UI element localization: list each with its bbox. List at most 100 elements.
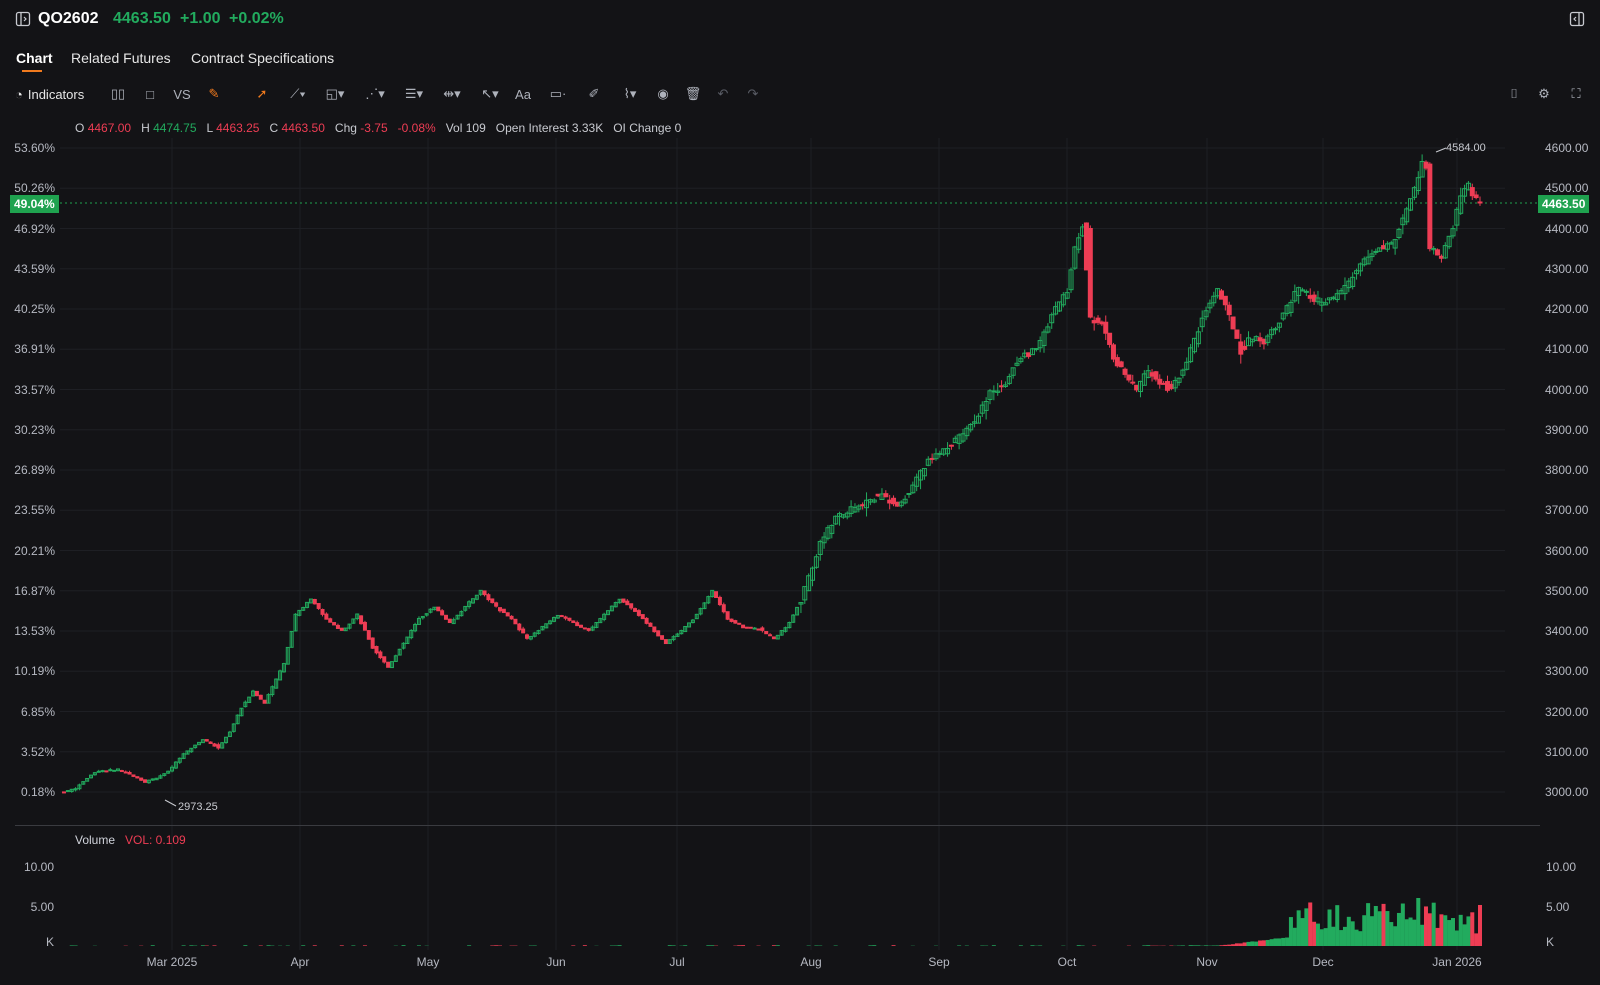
volume-title: Volume [75, 833, 116, 847]
candle-down [1126, 374, 1132, 381]
volume-bar [1474, 933, 1479, 946]
candle-down [571, 620, 576, 624]
candle-down [714, 591, 719, 599]
y-tick-pct: 23.55% [14, 503, 55, 518]
candle-down [505, 612, 510, 617]
volume-bar [1408, 917, 1413, 946]
candle-down [254, 690, 259, 697]
volume-bar [1470, 912, 1475, 946]
candle-down [1242, 345, 1248, 350]
candle-down [725, 611, 730, 620]
volume-bar [1204, 945, 1209, 946]
candle-down [1230, 316, 1236, 330]
candle-down [744, 626, 749, 629]
volume-bar [1389, 922, 1394, 946]
volume-bar [1288, 917, 1293, 946]
candle-down [652, 626, 657, 633]
x-tick-label: Mar 2025 [146, 955, 198, 969]
y-tick-price: 4200.00 [1545, 302, 1589, 316]
y-tick-pct: 36.91% [14, 342, 55, 357]
volume-bar [1366, 903, 1371, 946]
y-tick-price: 3000.00 [1545, 785, 1589, 799]
candle-down [625, 600, 630, 606]
candle-down [764, 631, 769, 635]
volume-bar [1250, 941, 1255, 946]
candle-down [586, 628, 591, 631]
high-marker-leader [1435, 147, 1447, 153]
y-tick-price: 3900.00 [1545, 422, 1589, 437]
current-price-badge: 4463.50 [1538, 195, 1590, 213]
volume-bar [150, 945, 155, 946]
volume-bar [1373, 906, 1378, 946]
candle-down [324, 613, 329, 620]
candle-down [494, 602, 499, 607]
x-tick-label: May [416, 955, 440, 969]
y-tick-price: 3800.00 [1545, 463, 1589, 477]
candle-up [96, 770, 101, 773]
candle-down [362, 621, 367, 631]
volume-bar [301, 945, 306, 946]
volume-bar [1377, 911, 1382, 946]
volume-bar [1431, 902, 1436, 946]
candle-down [258, 694, 263, 700]
volume-bar [1312, 921, 1317, 946]
candle-down [1226, 304, 1232, 316]
candle-down [1130, 381, 1136, 384]
candle-down [644, 617, 649, 624]
candle-down [262, 699, 267, 704]
volume-bar [1231, 944, 1236, 946]
volume-bar [181, 945, 186, 946]
candle-down [509, 615, 514, 620]
candle-down [648, 622, 653, 627]
volume-bar [1362, 915, 1367, 946]
volume-bar [1381, 903, 1386, 946]
volume-bar [891, 945, 896, 946]
candle-up [112, 769, 117, 772]
y-tick-price: 3300.00 [1545, 664, 1589, 679]
candle-down [733, 620, 738, 624]
volume-bar [1304, 908, 1309, 946]
candle-down [737, 622, 742, 625]
vol-right-tick: 10.00 [1546, 860, 1577, 874]
price-chart[interactable] [0, 0, 1600, 985]
volume-value-label: VOL: 0.109 [125, 833, 186, 847]
volume-bar [312, 945, 317, 946]
volume-bar [1412, 919, 1417, 946]
candle-down [123, 771, 128, 774]
y-tick-price: 3100.00 [1545, 744, 1589, 759]
candle-down [104, 770, 109, 773]
candle-down [756, 628, 761, 631]
y-tick-price: 3400.00 [1545, 624, 1589, 638]
volume-bar [1450, 918, 1455, 946]
candle-down [501, 608, 506, 614]
candle-down [1477, 201, 1483, 204]
y-tick-pct: 53.60% [14, 141, 55, 155]
candle-down [748, 626, 753, 629]
y-tick-price: 3700.00 [1545, 503, 1589, 518]
candle-down [119, 770, 124, 773]
candle-down [374, 645, 379, 654]
candle-down [1473, 194, 1479, 199]
volume-bar [1269, 939, 1274, 946]
pane-separator[interactable] [15, 825, 1540, 826]
y-tick-pct: 50.26% [14, 181, 55, 196]
candle-down [948, 444, 954, 447]
volume-bar [1146, 945, 1151, 946]
volume-bar [1393, 926, 1398, 946]
volume-bar [1447, 920, 1452, 946]
volume-bar [1030, 945, 1035, 946]
candle-down [741, 624, 746, 629]
candle-up [1033, 348, 1039, 351]
volume-bar [1400, 903, 1405, 946]
x-tick-label: Dec [1312, 955, 1334, 969]
candle-down [1153, 371, 1159, 380]
candle-up [906, 492, 912, 495]
y-tick-pct: 40.25% [14, 302, 55, 316]
candle-down [559, 615, 564, 618]
volume-bar [1261, 940, 1266, 946]
candle-down [328, 618, 333, 623]
vol-left-tick: 10.00 [23, 860, 54, 874]
y-tick-price: 3200.00 [1545, 704, 1589, 719]
y-tick-price: 4000.00 [1545, 382, 1589, 397]
volume-bar [1327, 909, 1332, 946]
